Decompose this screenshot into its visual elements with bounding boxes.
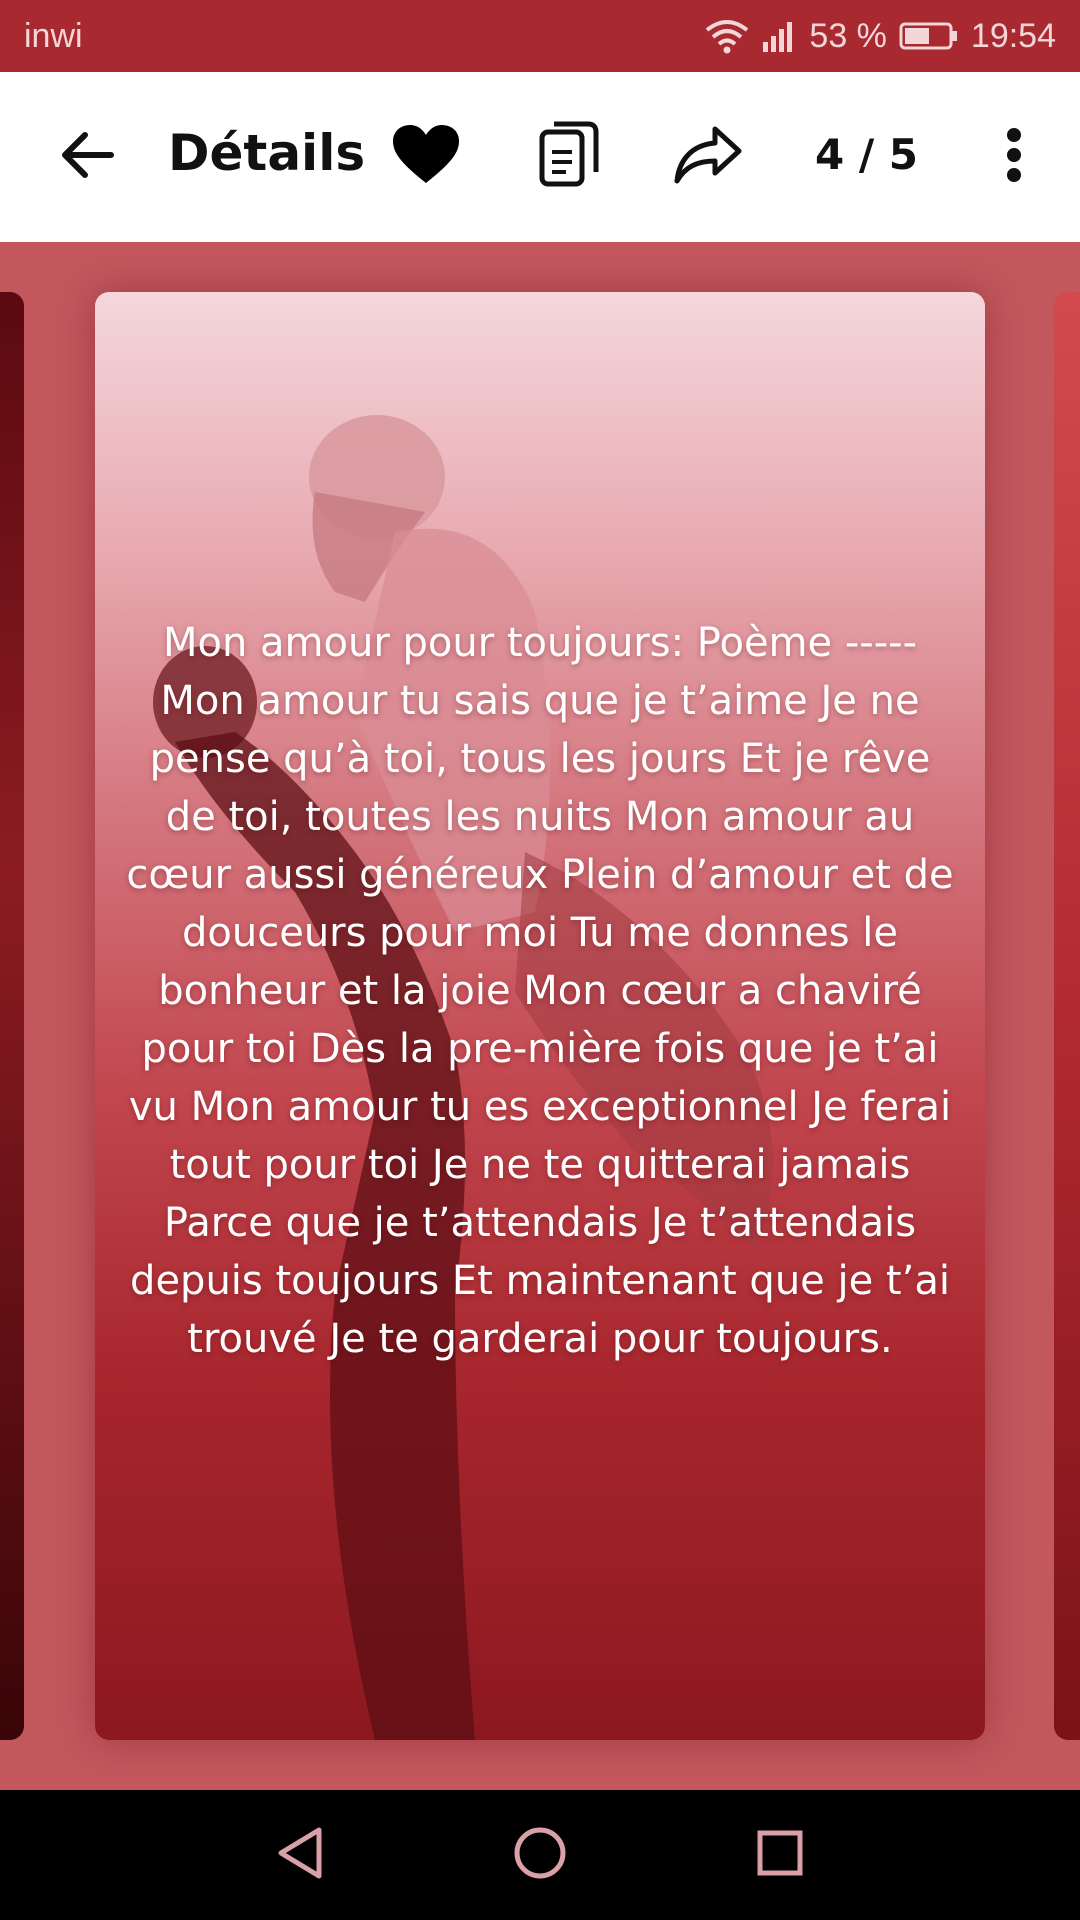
- signal-icon: [761, 20, 797, 52]
- nav-recents-button[interactable]: [700, 1790, 860, 1920]
- copy-icon: [538, 120, 600, 193]
- favorite-button[interactable]: [390, 120, 462, 192]
- page-counter: 4 / 5: [815, 130, 919, 179]
- carrier-label: inwi: [24, 16, 83, 55]
- battery-percent: 53 %: [809, 16, 887, 55]
- more-options-button[interactable]: [990, 122, 1038, 192]
- nav-home-button[interactable]: [460, 1790, 620, 1920]
- system-nav-bar: [0, 1790, 1080, 1920]
- back-arrow-icon: [59, 130, 115, 185]
- wifi-icon: [705, 18, 749, 54]
- recents-square-icon: [756, 1829, 804, 1882]
- poem-pager[interactable]: Mon amour pour toujours: Poème ----- Mon…: [0, 242, 1080, 1790]
- heart-icon: [391, 123, 461, 190]
- previous-card-peek[interactable]: [0, 292, 24, 1740]
- share-button[interactable]: [672, 122, 744, 192]
- back-button[interactable]: [52, 122, 122, 192]
- battery-icon: [899, 21, 959, 51]
- clock: 19:54: [970, 16, 1056, 55]
- share-icon: [673, 125, 743, 190]
- status-icons: 53 % 19:54: [705, 17, 1056, 56]
- page-title: Détails: [168, 124, 366, 182]
- home-circle-icon: [513, 1826, 567, 1885]
- nav-back-button[interactable]: [220, 1790, 380, 1920]
- poem-text: Mon amour pour toujours: Poème ----- Mon…: [126, 620, 954, 1362]
- poem-card: Mon amour pour toujours: Poème ----- Mon…: [95, 292, 985, 1740]
- copy-button[interactable]: [534, 120, 604, 192]
- status-bar: inwi 53 % 19:54: [0, 0, 1080, 72]
- next-card-peek[interactable]: [1054, 292, 1080, 1740]
- app-toolbar: Détails 4 / 5: [0, 72, 1080, 242]
- back-triangle-icon: [275, 1826, 325, 1885]
- more-vert-icon: [1004, 127, 1024, 188]
